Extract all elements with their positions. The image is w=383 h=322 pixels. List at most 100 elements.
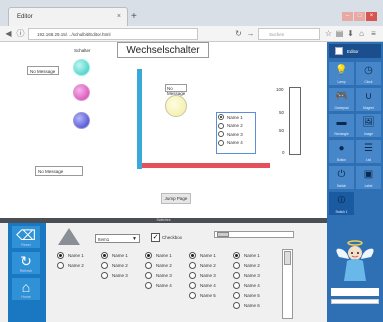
- red-horizontal-bar[interactable]: [142, 163, 270, 168]
- tool-switch[interactable]: ⏻ Switch: [329, 166, 354, 189]
- maximize-icon[interactable]: □: [354, 12, 365, 21]
- radio-option[interactable]: Name 1: [145, 250, 172, 260]
- radio-option[interactable]: Name 3: [189, 270, 216, 280]
- item-select[interactable]: Item1 ▼: [95, 234, 140, 243]
- refresh-tool[interactable]: ↻ Refresh: [12, 252, 40, 274]
- tool-rectangle[interactable]: ▬ Rectangle: [329, 114, 354, 137]
- radio-dot[interactable]: [145, 251, 152, 259]
- url-bar[interactable]: 192.168.29.15/…/schulbit/Editor.html: [28, 28, 198, 40]
- radio-option[interactable]: Name 3: [233, 270, 260, 280]
- jump-page-button[interactable]: Jump Page: [161, 193, 191, 204]
- editor-canvas[interactable]: Wechselschalter Schalter No Message No M…: [0, 42, 327, 218]
- round-button-magenta[interactable]: [73, 84, 90, 101]
- radio-dot[interactable]: [189, 261, 196, 269]
- radio-dot[interactable]: [57, 261, 64, 269]
- radio-dot[interactable]: [57, 251, 64, 259]
- tool-switch-1[interactable]: ⏼ Switch 1: [329, 192, 354, 215]
- radio-dot[interactable]: [218, 131, 224, 138]
- level-scale[interactable]: [289, 87, 301, 155]
- radio-option[interactable]: Name 2: [145, 260, 172, 270]
- radio-option[interactable]: Name 3: [145, 270, 172, 280]
- radio-option[interactable]: Name 1: [101, 250, 128, 260]
- menu-icon[interactable]: ≡: [369, 29, 378, 38]
- radio-option[interactable]: Name 1: [189, 250, 216, 260]
- tool-image[interactable]: 🖼 Image: [356, 114, 381, 137]
- tool-magnet[interactable]: ∪ Magnet: [356, 88, 381, 111]
- radio-option[interactable]: Name 1: [233, 250, 260, 260]
- radio-group-canvas[interactable]: Name 1 Name 2 Name 3 Name 4: [216, 112, 256, 154]
- back-icon[interactable]: ◀: [4, 29, 13, 38]
- round-button-cyan[interactable]: [73, 59, 90, 76]
- radio-option[interactable]: Name 4: [233, 280, 260, 290]
- radio-option[interactable]: Name 3: [101, 270, 128, 280]
- page-title[interactable]: Wechselschalter: [117, 42, 209, 58]
- checkbox[interactable]: ✓: [151, 233, 160, 242]
- star-icon[interactable]: ☆: [324, 29, 333, 38]
- radio-dot[interactable]: [233, 261, 240, 269]
- radio-dot[interactable]: [218, 139, 224, 146]
- radio-dot[interactable]: [189, 281, 196, 289]
- tool-button[interactable]: ● Button: [329, 140, 354, 163]
- triangle-shape[interactable]: [58, 228, 80, 245]
- radio-dot[interactable]: [233, 251, 240, 259]
- lamp-bulb[interactable]: [165, 95, 187, 117]
- radio-option[interactable]: Name 4: [217, 139, 255, 148]
- round-button-blue[interactable]: [73, 112, 90, 129]
- tool-label-widget[interactable]: ▣ Label: [356, 166, 381, 189]
- message-box-top[interactable]: No Message: [27, 66, 59, 75]
- radio-dot[interactable]: [145, 261, 152, 269]
- radio-option[interactable]: Name 2: [189, 260, 216, 270]
- vertical-slider-thumb[interactable]: [284, 251, 291, 265]
- radio-dot[interactable]: [233, 301, 240, 309]
- new-tab-button[interactable]: +: [131, 12, 142, 23]
- radio-dot[interactable]: [189, 291, 196, 299]
- tool-gamepad[interactable]: 🎮 Gamepad: [329, 88, 354, 111]
- arrow-icon[interactable]: →: [246, 29, 255, 38]
- radio-option[interactable]: Name 5: [189, 290, 216, 300]
- browser-tab[interactable]: Editor ×: [8, 7, 128, 26]
- radio-dot[interactable]: [101, 251, 108, 259]
- reload-icon[interactable]: ↻: [234, 29, 243, 38]
- radio-option[interactable]: Name 2: [101, 260, 128, 270]
- radio-dot[interactable]: [101, 261, 108, 269]
- home-nav-icon[interactable]: ⌂: [357, 29, 366, 38]
- radio-dot[interactable]: [145, 281, 152, 289]
- radio-option[interactable]: Name 3: [217, 130, 255, 139]
- tool-clock[interactable]: ◷ Clock: [356, 62, 381, 85]
- radio-dot[interactable]: [218, 114, 224, 121]
- radio-option[interactable]: Name 4: [145, 280, 172, 290]
- minimize-icon[interactable]: –: [342, 12, 353, 21]
- radio-dot[interactable]: [189, 251, 196, 259]
- radio-option[interactable]: Name 2: [57, 260, 84, 270]
- download-icon[interactable]: ⬇: [346, 29, 355, 38]
- message-box-mid[interactable]: No Message: [165, 84, 187, 96]
- slider-thumb[interactable]: [217, 232, 229, 237]
- radio-option[interactable]: Name 2: [233, 260, 260, 270]
- radio-dot[interactable]: [233, 271, 240, 279]
- tool-lamp[interactable]: 💡 Lamp: [329, 62, 354, 85]
- white-input-box[interactable]: [331, 299, 379, 304]
- blue-vertical-bar[interactable]: [137, 69, 142, 169]
- horizontal-slider[interactable]: [214, 231, 294, 238]
- radio-option[interactable]: Name 4: [189, 280, 216, 290]
- radio-dot[interactable]: [145, 271, 152, 279]
- radio-dot[interactable]: [189, 271, 196, 279]
- vertical-slider[interactable]: [282, 249, 293, 319]
- reset-tool[interactable]: ⌫ Reset: [12, 226, 40, 248]
- tab-close-icon[interactable]: ×: [117, 13, 121, 20]
- tool-list[interactable]: ☰ List: [356, 140, 381, 163]
- radio-dot[interactable]: [233, 281, 240, 289]
- radio-dot[interactable]: [101, 271, 108, 279]
- radio-option[interactable]: Name 2: [217, 122, 255, 131]
- radio-dot[interactable]: [218, 122, 224, 129]
- radio-option[interactable]: Name 1: [57, 250, 84, 260]
- radio-option[interactable]: Name 5: [233, 290, 260, 300]
- radio-dot[interactable]: [233, 291, 240, 299]
- bookmarks-icon[interactable]: ▤: [335, 29, 344, 38]
- radio-option[interactable]: Name 6: [233, 300, 260, 310]
- home-tool[interactable]: ⌂ Home: [12, 278, 40, 300]
- info-icon[interactable]: ⓘ: [16, 29, 25, 38]
- close-window-icon[interactable]: ×: [366, 12, 377, 21]
- message-box-bottom[interactable]: No Message: [35, 166, 83, 176]
- search-input[interactable]: Suchen: [258, 28, 320, 40]
